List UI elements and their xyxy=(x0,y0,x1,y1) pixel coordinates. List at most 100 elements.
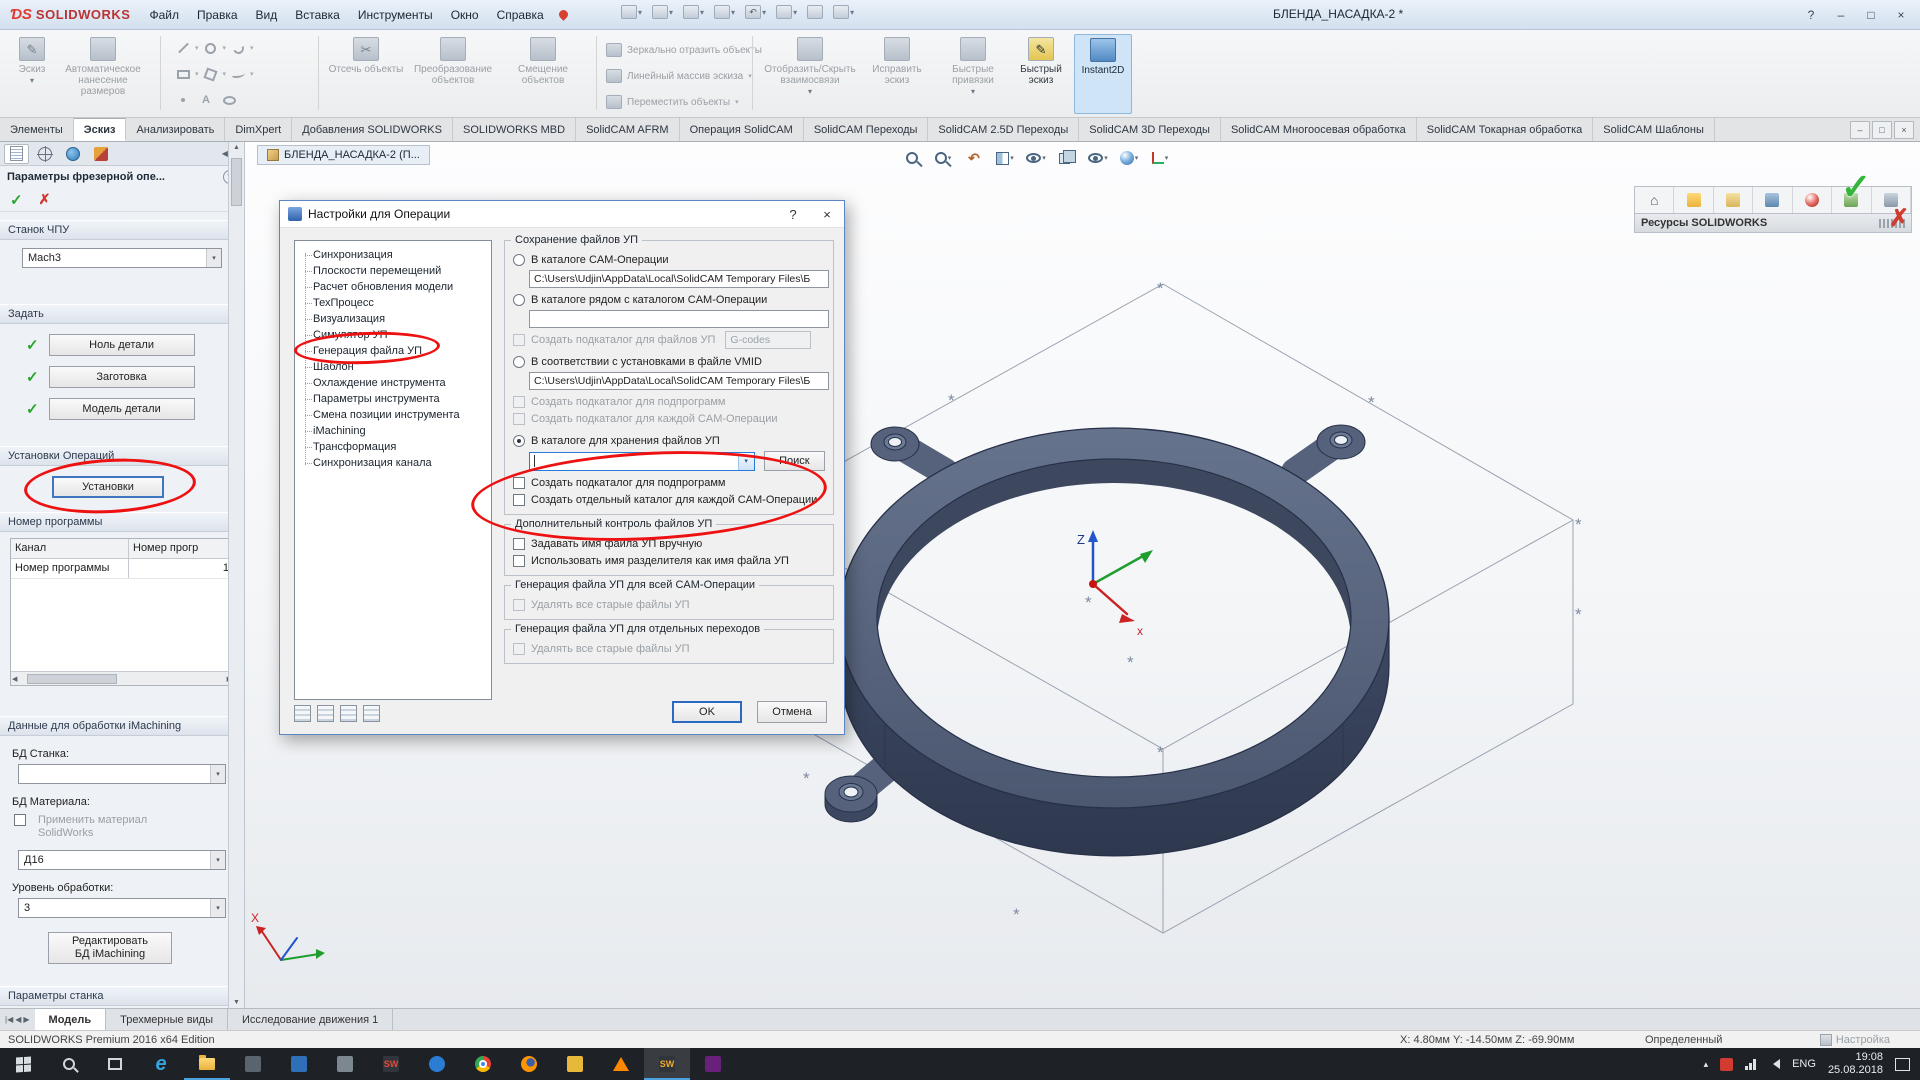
task-view-button[interactable] xyxy=(92,1048,138,1080)
new-document-button[interactable]: ▾ xyxy=(618,3,645,21)
taskbar-app-yellow[interactable] xyxy=(552,1048,598,1080)
property-manager-tab[interactable] xyxy=(32,144,57,164)
tab-solidcam-25d[interactable]: SolidCAM 2.5D Переходы xyxy=(928,118,1079,141)
home-tab[interactable]: ⌂ xyxy=(1635,187,1674,213)
tab-solidcam-turning[interactable]: SolidCAM Токарная обработка xyxy=(1417,118,1593,141)
vmid-radio[interactable] xyxy=(513,356,525,368)
prev-tab-icon[interactable]: ◀ xyxy=(15,1015,21,1024)
mounting-tab-top-left[interactable] xyxy=(871,427,945,472)
taskbar-solidworks-rx[interactable]: SW xyxy=(368,1048,414,1080)
dropdown-icon[interactable]: ▾ xyxy=(1010,154,1014,162)
start-button[interactable] xyxy=(0,1048,46,1080)
section-view-button[interactable]: ▾ xyxy=(993,147,1017,169)
near-cam-radio[interactable] xyxy=(513,294,525,306)
tab-sw-addins[interactable]: Добавления SOLIDWORKS xyxy=(292,118,453,141)
tab-solidcam-transitions[interactable]: SolidCAM Переходы xyxy=(804,118,929,141)
near-cam-path-field[interactable] xyxy=(529,310,829,328)
taskbar-app-dark[interactable] xyxy=(230,1048,276,1080)
storage-dir-combobox[interactable]: ▾ xyxy=(529,452,755,471)
subdir-sub-row[interactable]: Создать подкаталог для подпрограмм xyxy=(513,474,825,491)
dropdown-icon[interactable]: ▾ xyxy=(1165,154,1169,162)
tree-item-coolant[interactable]: Охлаждение инструмента xyxy=(313,375,491,391)
dropdown-icon[interactable]: ▾ xyxy=(793,8,797,17)
target-model-button[interactable]: Модель детали xyxy=(49,398,195,420)
hide-show-items-button[interactable]: ▾ xyxy=(1086,147,1110,169)
taskbar-file-explorer[interactable] xyxy=(184,1048,230,1080)
first-tab-icon[interactable]: |◀ xyxy=(5,1015,13,1024)
volume-icon[interactable] xyxy=(1768,1059,1780,1069)
dropdown-icon[interactable]: ▾ xyxy=(1135,154,1139,162)
confirmation-ok-icon[interactable]: ✓ xyxy=(1841,166,1871,208)
dropdown-icon[interactable]: ▾ xyxy=(1042,154,1046,162)
previous-view-button[interactable]: ↶ xyxy=(962,147,986,169)
print-button[interactable]: ▾ xyxy=(711,3,738,21)
pm-cancel-icon[interactable]: ✗ xyxy=(39,191,51,208)
maximize-button[interactable]: □ xyxy=(1856,0,1886,30)
tab-model[interactable]: Модель xyxy=(35,1009,107,1030)
tab-motion-study[interactable]: Исследование движения 1 xyxy=(228,1009,393,1030)
tab-solidcam-operation[interactable]: Операция SolidCAM xyxy=(680,118,804,141)
machining-level-dropdown[interactable]: 3 ▾ xyxy=(18,898,226,918)
dropdown-icon[interactable]: ▾ xyxy=(1104,154,1108,162)
select-button[interactable]: ▾ xyxy=(773,3,800,21)
resources-panel-header[interactable]: Ресурсы SOLIDWORKS xyxy=(1634,214,1912,233)
doc-close-button[interactable]: × xyxy=(1894,121,1914,139)
edit-imachining-db-button[interactable]: РедактироватьБД iMachining xyxy=(48,932,172,964)
tree-item-motion-planes[interactable]: Плоскости перемещений xyxy=(313,263,491,279)
search-button[interactable] xyxy=(46,1048,92,1080)
zoom-fit-button[interactable] xyxy=(900,147,924,169)
machine-db-dropdown[interactable]: ▾ xyxy=(18,764,226,784)
clock[interactable]: 19:08 25.08.2018 xyxy=(1828,1051,1883,1077)
tree-item-gcode-generation[interactable]: Генерация файла УП xyxy=(313,343,491,359)
tree-item-model-update[interactable]: Расчет обновления модели xyxy=(313,279,491,295)
radio-near-cam-row[interactable]: В каталоге рядом с каталогом CAM-Операци… xyxy=(513,291,825,308)
export-settings-icon[interactable] xyxy=(294,705,311,722)
feature-manager-tab[interactable] xyxy=(4,144,29,164)
tray-app-icon[interactable] xyxy=(1720,1058,1733,1071)
cam-dir-path-field[interactable]: C:\Users\Udjin\AppData\Local\SolidCAM Te… xyxy=(529,270,829,288)
cam-dir-radio[interactable] xyxy=(513,254,525,266)
appearances-tab[interactable] xyxy=(1793,187,1832,213)
table-row[interactable]: Номер программы 1 xyxy=(11,559,233,579)
section-cnc-machine[interactable]: Станок ЧПУ ▴ xyxy=(0,220,244,240)
document-tab[interactable]: БЛЕНДА_НАСАДКА-2 (П... xyxy=(257,145,430,165)
manual-name-checkbox[interactable] xyxy=(513,538,525,550)
tab-solidcam-3d[interactable]: SolidCAM 3D Переходы xyxy=(1079,118,1221,141)
radio-cam-dir-row[interactable]: В каталоге CAM-Операции xyxy=(513,251,825,268)
dropdown-icon[interactable]: ▾ xyxy=(762,8,766,17)
scrollbar-thumb[interactable] xyxy=(27,674,117,684)
tree-item-visualization[interactable]: Визуализация xyxy=(313,311,491,327)
next-tab-icon[interactable]: ▶ xyxy=(23,1015,29,1024)
storage-dir-radio-selected[interactable] xyxy=(513,435,525,447)
dropdown-icon[interactable]: ▾ xyxy=(948,154,952,162)
material-dropdown[interactable]: Д16 ▾ xyxy=(18,850,226,870)
custom-toolbar-icon[interactable] xyxy=(1820,1034,1832,1046)
panel-vertical-scrollbar[interactable]: ▲ ▼ xyxy=(228,142,244,1008)
manual-name-row[interactable]: Задавать имя файла УП вручную xyxy=(513,535,825,552)
taskbar-edge[interactable]: e xyxy=(138,1048,184,1080)
dropdown-icon[interactable]: ▾ xyxy=(638,8,642,17)
tab-solidcam-templates[interactable]: SolidCAM Шаблоны xyxy=(1593,118,1715,141)
edit-appearance-button[interactable]: ▾ xyxy=(1117,147,1141,169)
taskbar-solidworks-2016[interactable]: SW xyxy=(644,1048,690,1080)
subdir-sub-checkbox[interactable] xyxy=(513,477,525,489)
stock-button[interactable]: Заготовка xyxy=(49,366,195,388)
taskbar-edrawings[interactable] xyxy=(414,1048,460,1080)
dropdown-icon[interactable]: ▾ xyxy=(669,8,673,17)
tab-dimxpert[interactable]: DimXpert xyxy=(225,118,292,141)
taskbar-vlc[interactable] xyxy=(598,1048,644,1080)
save-template-icon[interactable] xyxy=(340,705,357,722)
tree-item-template[interactable]: Шаблон xyxy=(313,359,491,375)
dialog-help-button[interactable]: ? xyxy=(776,201,810,228)
tree-item-tool-change-position[interactable]: Смена позиции инструмента xyxy=(313,407,491,423)
menu-edit[interactable]: Правка xyxy=(188,4,247,26)
taskbar-visual-studio[interactable] xyxy=(690,1048,736,1080)
ring-part-body[interactable] xyxy=(825,425,1389,856)
setups-button[interactable]: Установки xyxy=(52,476,164,498)
tab-3d-views[interactable]: Трехмерные виды xyxy=(106,1009,228,1030)
undo-button[interactable]: ↶▾ xyxy=(742,3,769,21)
import-settings-icon[interactable] xyxy=(317,705,334,722)
section-machine-params[interactable]: Параметры станка ▴ xyxy=(0,986,244,1006)
action-center-icon[interactable] xyxy=(1895,1058,1910,1071)
splitter-name-checkbox[interactable] xyxy=(513,555,525,567)
